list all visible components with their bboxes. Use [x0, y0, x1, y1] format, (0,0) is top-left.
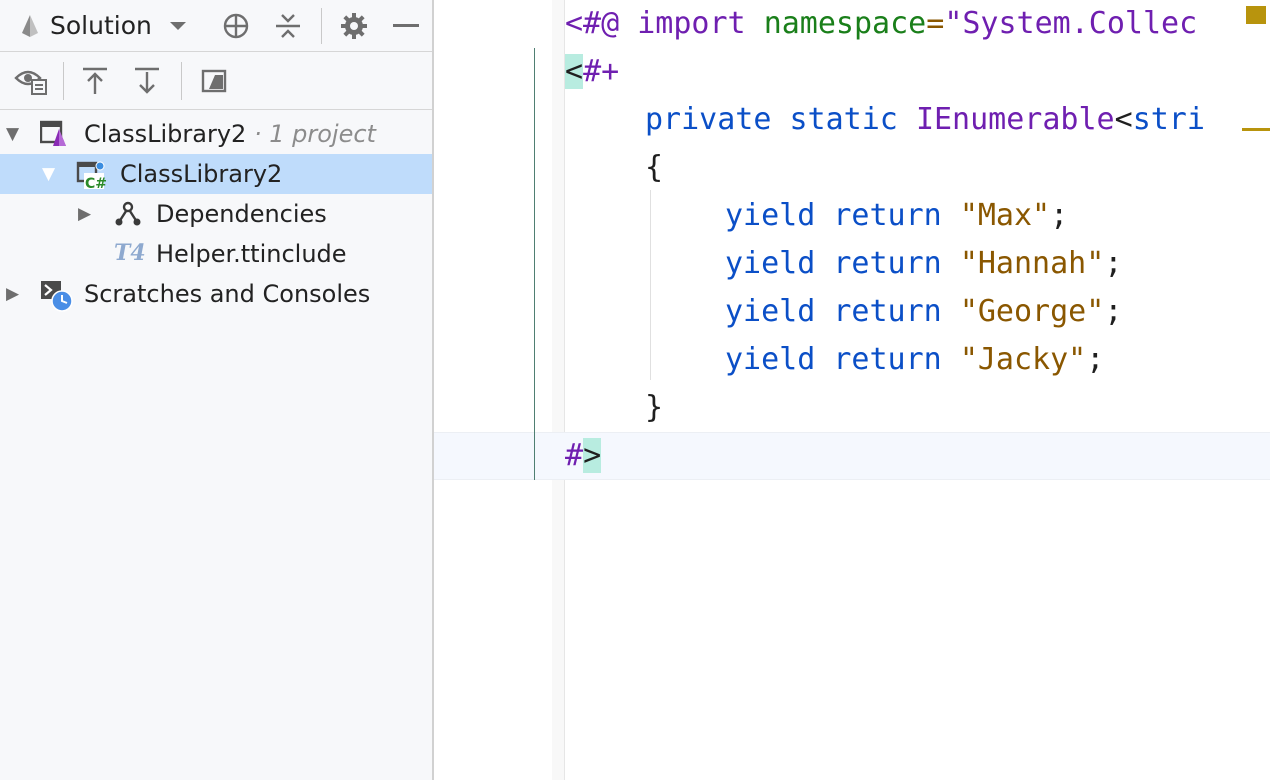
- keyword: private: [645, 102, 772, 137]
- code-line: yield return "Max";: [725, 192, 1068, 240]
- tree-item-label: Helper.ttinclude: [156, 240, 347, 268]
- tree-item-label: ClassLibrary2: [120, 160, 283, 188]
- preview-icon[interactable]: [200, 68, 228, 94]
- solution-explorer: Solution ▼ ClassLibrary2 · 1 project ▼ C…: [0, 0, 434, 780]
- generic-open: <: [1114, 102, 1133, 137]
- expand-arrow-icon[interactable]: ▼: [6, 124, 19, 144]
- code-line: #>: [565, 432, 602, 480]
- solution-icon: [39, 120, 68, 148]
- expand-down-icon[interactable]: [132, 66, 162, 96]
- expand-arrow-icon[interactable]: ▶: [6, 284, 19, 304]
- tree-item-label: Dependencies: [156, 200, 327, 228]
- toolbar-divider: [63, 62, 64, 100]
- minimize-icon[interactable]: [390, 10, 422, 42]
- keyword: return: [833, 198, 942, 233]
- scratches-icon: [40, 280, 73, 312]
- editor-fold-gutter[interactable]: [552, 0, 565, 780]
- code-line: yield return "George";: [725, 288, 1122, 336]
- warning-underline: [1242, 128, 1270, 131]
- warning-marker-icon[interactable]: [1246, 6, 1266, 24]
- current-line-highlight: [434, 432, 1270, 480]
- locate-icon[interactable]: [220, 10, 252, 42]
- block-open-bracket: <: [565, 54, 584, 89]
- code-line: }: [645, 390, 664, 425]
- expand-arrow-icon[interactable]: ▶: [78, 204, 91, 224]
- code-line: yield return "Jacky";: [725, 336, 1104, 384]
- solution-view-icon[interactable]: [16, 12, 44, 40]
- code-line: {: [645, 150, 664, 185]
- tree-item-helper-ttinclude[interactable]: T4 Helper.ttinclude: [0, 234, 432, 274]
- directive-value: "System.Collec: [944, 6, 1198, 41]
- tree-item-label: ClassLibrary2 · 1 project: [84, 118, 376, 150]
- csharp-project-icon: C#: [76, 160, 107, 192]
- code-line: private static IEnumerable<stri: [645, 96, 1205, 144]
- type-name: IEnumerable: [915, 102, 1115, 137]
- keyword: yield: [725, 246, 816, 281]
- project-count-hint: · 1 project: [253, 120, 376, 148]
- solution-toolbar: Solution: [0, 0, 432, 52]
- chevron-down-icon[interactable]: [166, 14, 190, 38]
- keyword: return: [833, 246, 942, 281]
- directive-attr: namespace: [763, 6, 927, 41]
- semicolon: ;: [1050, 198, 1069, 233]
- keyword: return: [833, 342, 942, 377]
- code-line: yield return "Hannah";: [725, 240, 1122, 288]
- indent-guide: [650, 190, 651, 380]
- t4-file-icon: T4: [114, 240, 146, 266]
- toolbar-divider: [181, 62, 182, 100]
- string-literal: "Max": [959, 198, 1051, 233]
- directive-open: <#@: [565, 6, 620, 41]
- dependencies-icon: [114, 200, 142, 228]
- semicolon: ;: [1104, 246, 1123, 281]
- block-open-marker: #+: [583, 54, 620, 89]
- solution-subtoolbar: [0, 52, 432, 110]
- tree-item-label: Scratches and Consoles: [84, 280, 371, 308]
- semicolon: ;: [1104, 294, 1123, 329]
- fold-region-line: [534, 48, 535, 480]
- tree-item-project[interactable]: ▼ C# ClassLibrary2: [0, 154, 432, 194]
- keyword: yield: [725, 342, 816, 377]
- string-literal: "Jacky": [959, 342, 1087, 377]
- semicolon: ;: [1086, 342, 1105, 377]
- code-line: <#@ import namespace="System.Collec: [565, 0, 1197, 48]
- keyword: yield: [725, 294, 816, 329]
- show-hidden-icon[interactable]: [14, 66, 48, 96]
- keyword: return: [833, 294, 942, 329]
- settings-icon[interactable]: [338, 10, 370, 42]
- svg-text:C#: C#: [85, 176, 106, 190]
- code-line: <#+: [565, 48, 619, 96]
- toolbar-divider: [321, 8, 322, 44]
- keyword: yield: [725, 198, 816, 233]
- string-literal: "George": [959, 294, 1105, 329]
- directive-eq: =: [926, 6, 945, 41]
- type-name: stri: [1132, 102, 1205, 137]
- tree-item-scratches[interactable]: ▶ Scratches and Consoles: [0, 274, 432, 314]
- tree-item-dependencies[interactable]: ▶ Dependencies: [0, 194, 432, 234]
- block-close-bracket: >: [583, 438, 602, 473]
- expand-arrow-icon[interactable]: ▼: [42, 164, 55, 184]
- keyword: static: [789, 102, 898, 137]
- view-selector-label[interactable]: Solution: [50, 10, 152, 42]
- block-close-marker: #: [565, 438, 584, 473]
- collapse-all-icon[interactable]: [272, 10, 304, 42]
- expand-up-icon[interactable]: [80, 66, 110, 96]
- tree-item-solution[interactable]: ▼ ClassLibrary2 · 1 project: [0, 114, 432, 154]
- solution-name: ClassLibrary2: [84, 120, 247, 148]
- string-literal: "Hannah": [959, 246, 1105, 281]
- directive-name: import: [637, 6, 746, 41]
